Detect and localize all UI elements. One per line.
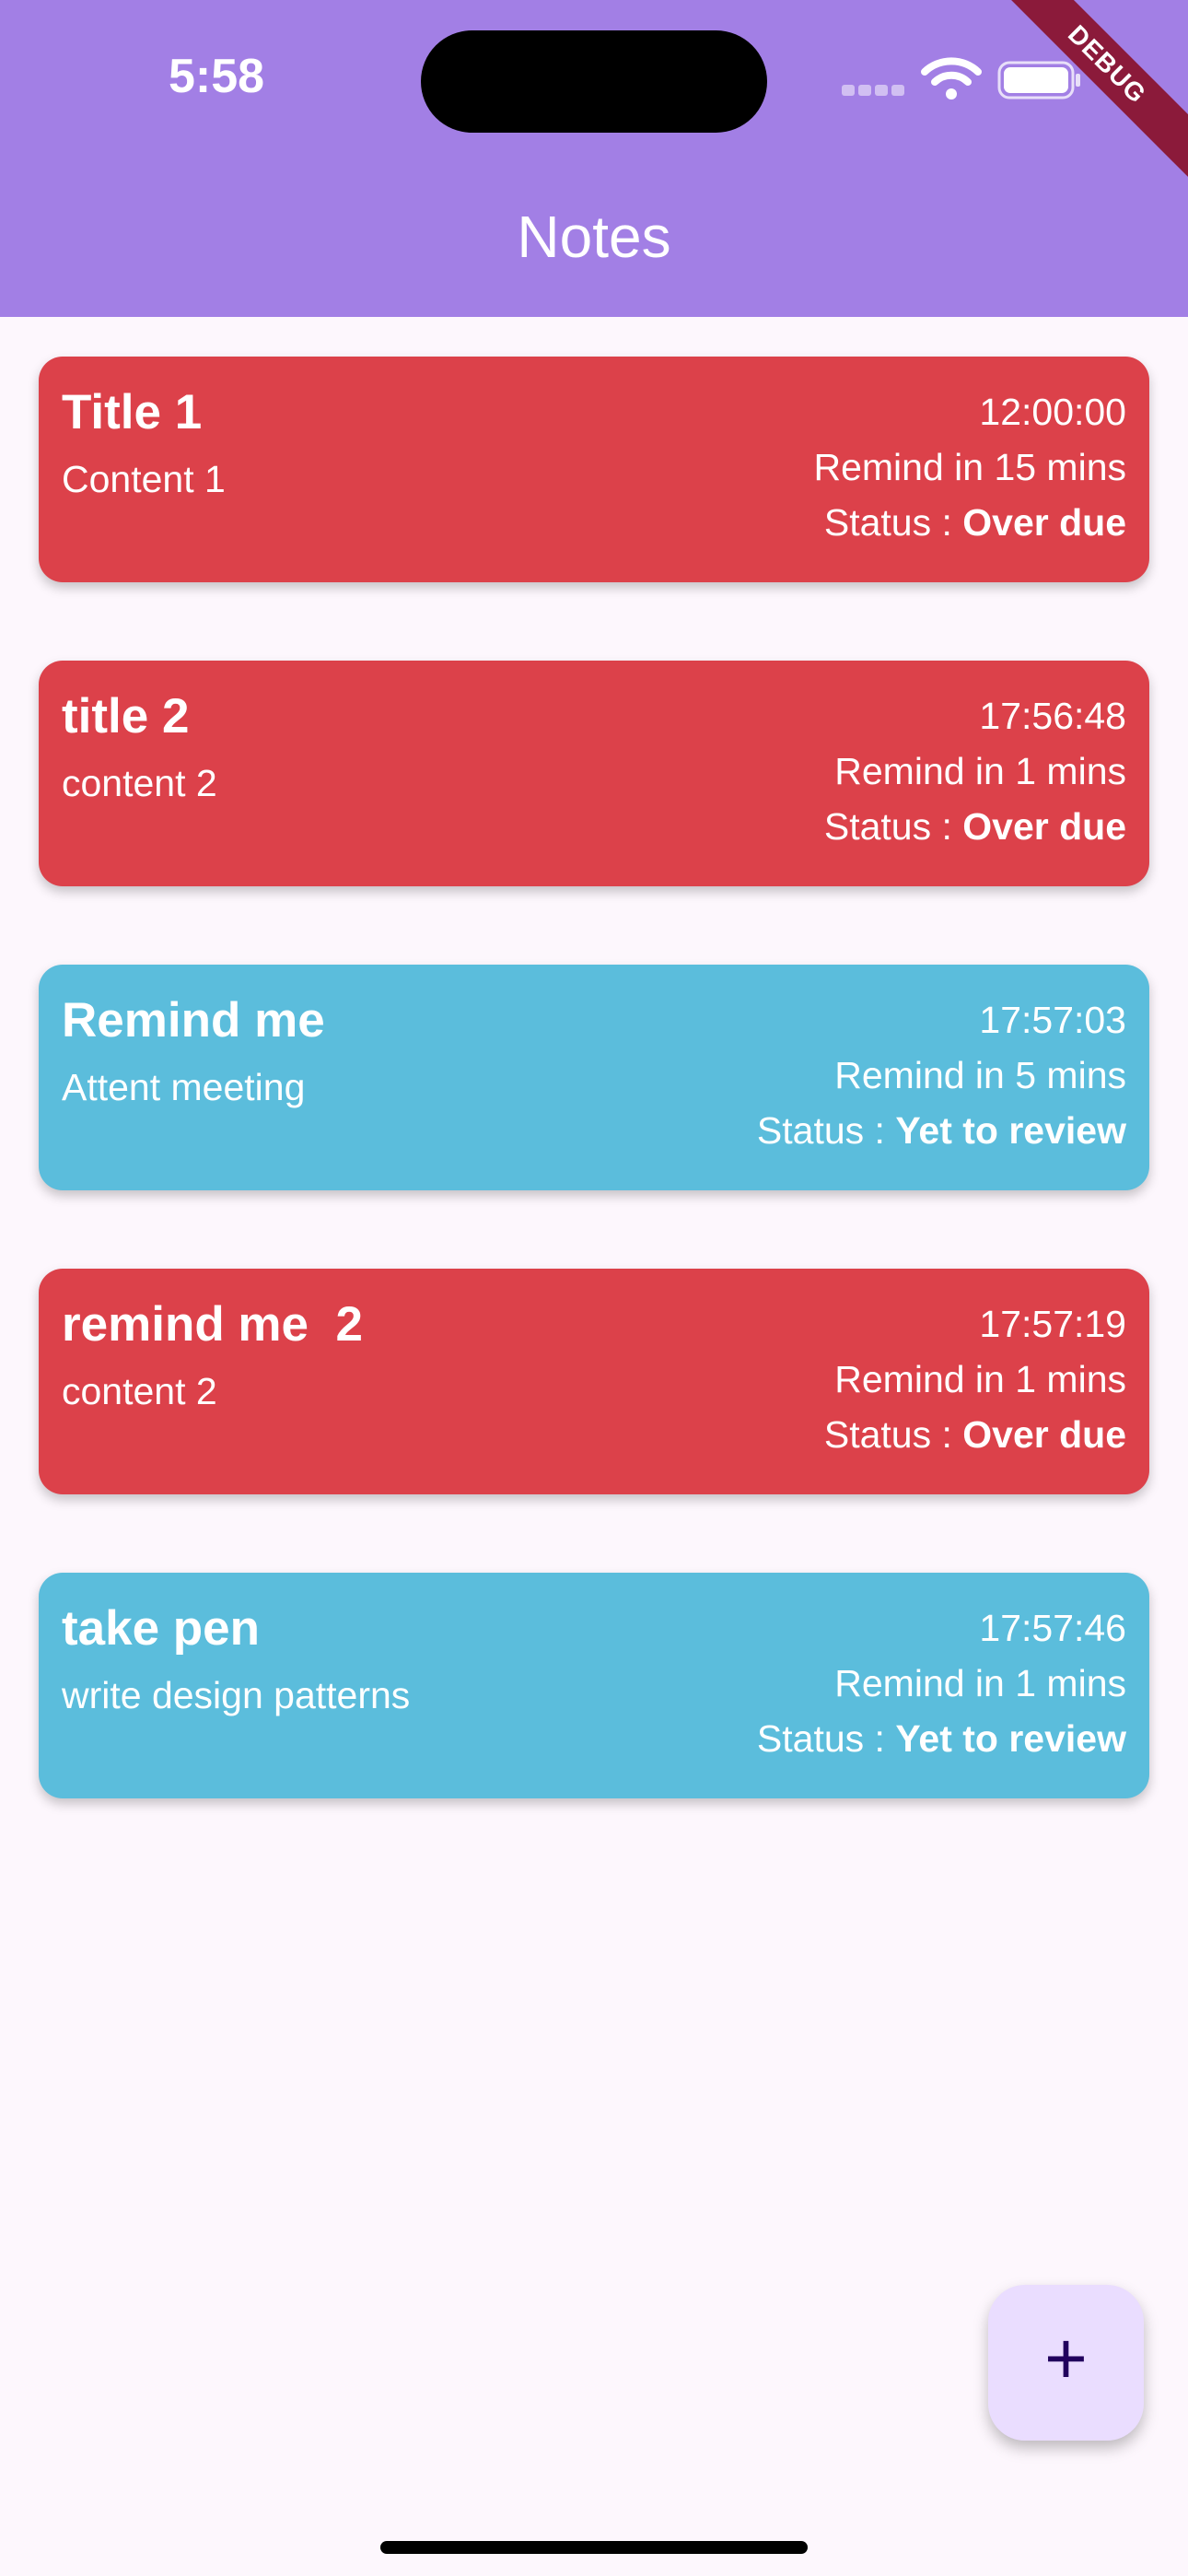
note-remind: Remind in 1 mins [834,1662,1126,1704]
note-remind: Remind in 15 mins [813,446,1126,488]
note-card[interactable]: remind me 2 content 2 17:57:19 Remind in… [39,1269,1149,1494]
note-card[interactable]: Title 1 Content 1 12:00:00 Remind in 15 … [39,357,1149,582]
status-label: Status : [756,1717,896,1760]
note-remind: Remind in 5 mins [834,1054,1126,1096]
status-time: 5:58 [169,50,265,103]
home-indicator[interactable] [380,2541,808,2554]
note-card[interactable]: Remind me Attent meeting 17:57:03 Remind… [39,965,1149,1190]
note-title: title 2 [62,689,190,744]
status-value: Over due [962,501,1126,544]
status-value: Over due [962,1413,1126,1456]
status-value: Over due [962,805,1126,848]
status-value: Yet to review [895,1717,1126,1760]
note-content: content 2 [62,762,217,804]
note-title: Title 1 [62,385,203,439]
note-time: 17:56:48 [979,695,1126,737]
note-status: Status : Yet to review [757,1711,1126,1766]
note-card[interactable]: take pen write design patterns 17:57:46 … [39,1573,1149,1798]
note-status: Status : Over due [824,1407,1126,1462]
note-meta: 17:57:46 Remind in 1 mins Status : Yet t… [757,1600,1126,1766]
notes-list: Title 1 Content 1 12:00:00 Remind in 15 … [39,357,1149,1877]
add-icon: + [1044,2317,1088,2399]
cellular-signal-icon [842,85,906,98]
status-label: Status : [823,805,963,848]
wifi-icon [921,57,982,100]
app-bar: 5:58 DEBUG Notes [0,0,1188,317]
note-card[interactable]: title 2 content 2 17:56:48 Remind in 1 m… [39,661,1149,886]
note-title: Remind me [62,993,325,1048]
status-value: Yet to review [895,1109,1126,1152]
note-status: Status : Over due [824,799,1126,854]
note-meta: 17:57:19 Remind in 1 mins Status : Over … [824,1296,1126,1462]
note-time: 17:57:46 [979,1607,1126,1649]
note-content: write design patterns [62,1674,411,1716]
note-time: 12:00:00 [979,391,1126,433]
note-title: take pen [62,1601,261,1656]
note-content: Content 1 [62,458,226,500]
note-content: content 2 [62,1370,217,1412]
note-meta: 17:57:03 Remind in 5 mins Status : Yet t… [757,992,1126,1158]
note-content: Attent meeting [62,1066,306,1108]
status-label: Status : [756,1109,896,1152]
status-label: Status : [823,1413,963,1456]
add-note-button[interactable]: + [988,2285,1144,2441]
note-status: Status : Yet to review [757,1103,1126,1158]
status-label: Status : [823,501,963,544]
note-remind: Remind in 1 mins [834,1358,1126,1400]
note-meta: 17:56:48 Remind in 1 mins Status : Over … [824,688,1126,854]
note-time: 17:57:03 [979,999,1126,1041]
note-status: Status : Over due [813,495,1126,550]
dynamic-island [421,30,767,133]
note-title: remind me 2 [62,1297,363,1352]
page-title: Notes [517,204,671,270]
note-remind: Remind in 1 mins [834,750,1126,792]
battery-icon [997,61,1080,100]
note-meta: 12:00:00 Remind in 15 mins Status : Over… [813,384,1126,550]
note-time: 17:57:19 [979,1303,1126,1345]
